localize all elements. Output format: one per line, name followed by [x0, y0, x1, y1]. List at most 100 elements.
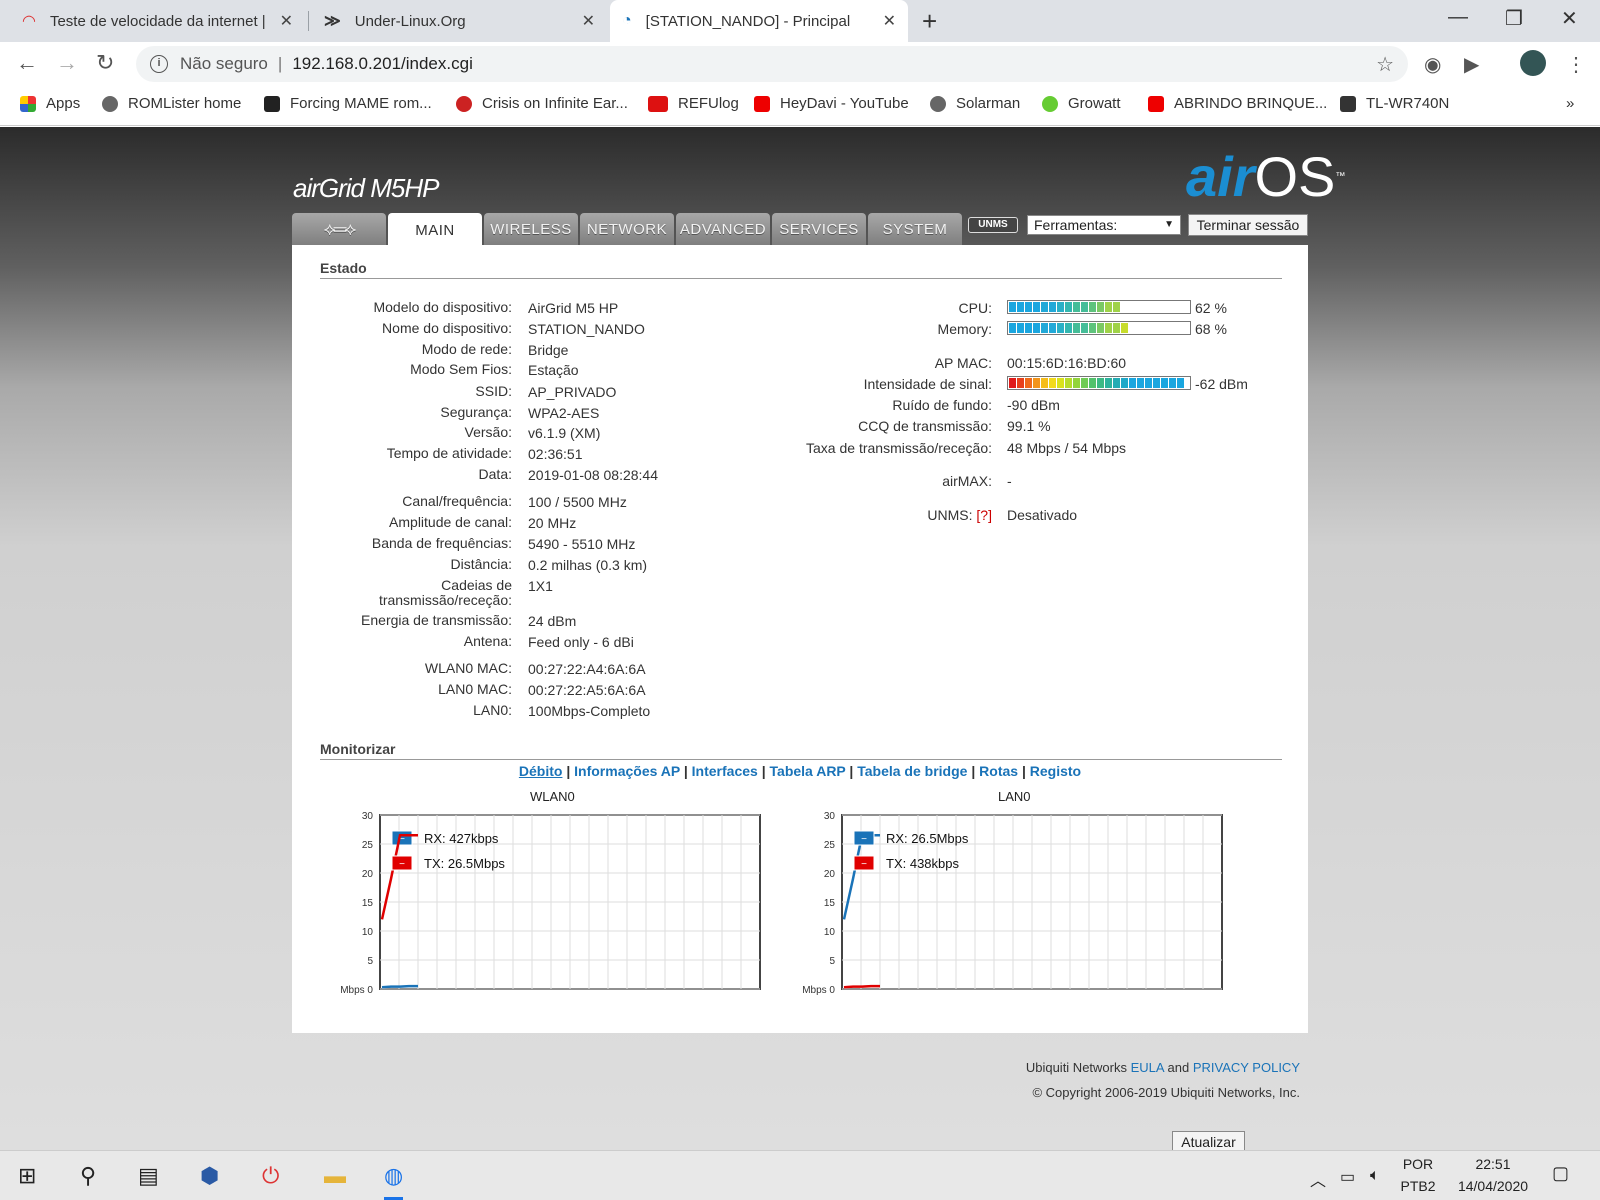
close-icon[interactable]: ✕ [883, 11, 896, 31]
legend-toggle-icon: − [399, 859, 405, 870]
level-segment [1009, 323, 1016, 333]
status-label: Data: [478, 466, 512, 482]
level-segment [1105, 302, 1112, 312]
airmax-value: - [1007, 473, 1012, 489]
level-segment [1025, 378, 1032, 388]
browser-tab-underlinux[interactable]: ≫ Under-Linux.Org ✕ [312, 0, 607, 42]
menu-icon[interactable]: ⋮ [1566, 52, 1586, 77]
file-explorer-icon[interactable]: ▬ [324, 1163, 346, 1189]
task-view-icon[interactable]: ▤ [138, 1163, 159, 1189]
notification-icon[interactable]: ▢ [1552, 1163, 1569, 1184]
close-icon[interactable]: ✕ [280, 11, 293, 31]
maximize-button[interactable]: ❐ [1505, 6, 1523, 31]
level-segment [1089, 302, 1096, 312]
legend-toggle-icon: − [861, 859, 867, 870]
back-icon[interactable]: ← [16, 50, 38, 76]
link-interfaces[interactable]: Interfaces [692, 763, 758, 779]
ap-mac-label: AP MAC: [934, 355, 992, 371]
tab-network[interactable]: NETWORK [580, 213, 674, 245]
bookmark-growatt[interactable]: Growatt [1042, 95, 1121, 112]
eula-link[interactable]: EULA [1131, 1060, 1164, 1075]
windows-start-icon[interactable]: ⊞ [18, 1163, 36, 1189]
tray-chevron-icon[interactable]: ︿ [1310, 1167, 1326, 1191]
network-icon[interactable]: ▭ [1340, 1167, 1355, 1187]
extension-icon[interactable]: ◉ [1424, 52, 1441, 77]
close-window-button[interactable]: ✕ [1561, 6, 1578, 31]
browser-tab-speedtest[interactable]: ◠ Teste de velocidade da internet | ✕ [10, 0, 305, 42]
tab-ubnt-logo[interactable]: ⟡═⟡ [292, 213, 386, 245]
reload-icon[interactable]: ↻ [96, 50, 114, 76]
ubnt-logo-icon: ⟡═⟡ [323, 218, 357, 239]
bookmarks-overflow[interactable]: » [1566, 95, 1574, 112]
power-app-icon[interactable]: ⏻ [262, 1163, 279, 1189]
bookmark-refulog[interactable]: REFUlog [648, 95, 739, 112]
url-text[interactable]: 192.168.0.201/index.cgi [292, 54, 473, 74]
link-rotas[interactable]: Rotas [979, 763, 1018, 779]
bookmark-heydavi[interactable]: HeyDavi - YouTube [754, 95, 909, 112]
search-icon[interactable]: ⚲ [80, 1163, 96, 1189]
unms-badge[interactable]: UNMS [968, 217, 1018, 233]
globe-icon [930, 95, 946, 112]
bookmark-mame[interactable]: Forcing MAME rom... [264, 95, 432, 112]
signal-value: -62 dBm [1195, 376, 1248, 392]
address-bar[interactable]: i Não seguro | 192.168.0.201/index.cgi ☆ [136, 46, 1408, 82]
bookmark-solarman[interactable]: Solarman [930, 95, 1020, 112]
legend-label: TX: 438kbps [886, 856, 959, 871]
link-registo[interactable]: Registo [1030, 763, 1081, 779]
memory-value: 68 % [1195, 321, 1227, 337]
unms-help-link[interactable]: [?] [976, 507, 992, 523]
unms-label: UNMS: [?] [927, 507, 992, 523]
bookmark-star-icon[interactable]: ☆ [1376, 52, 1394, 77]
tab-main[interactable]: MAIN [388, 213, 482, 247]
status-label: Segurança: [440, 404, 512, 420]
new-tab-button[interactable]: + [922, 6, 937, 37]
level-segment [1177, 378, 1184, 388]
virtualbox-icon[interactable]: ⬢ [200, 1163, 219, 1189]
tab-services[interactable]: SERVICES [772, 213, 866, 245]
y-tick-label: 10 [362, 927, 374, 938]
clock[interactable]: 22:51 14/04/2020 [1448, 1153, 1538, 1197]
info-icon[interactable]: i [150, 55, 168, 73]
tab-system[interactable]: SYSTEM [868, 213, 962, 245]
browser-tab-station[interactable]: ◔ [STATION_NANDO] - Principal ✕ [610, 0, 908, 42]
level-segment [1057, 378, 1064, 388]
link-bridge[interactable]: Tabela de bridge [857, 763, 967, 779]
bookmark-abrindo[interactable]: ABRINDO BRINQUE... [1148, 95, 1327, 112]
bookmark-romlister[interactable]: ROMLister home [102, 95, 241, 112]
level-segment [1057, 323, 1064, 333]
wlan0-chart-title: WLAN0 [530, 789, 575, 804]
minimize-button[interactable]: — [1448, 6, 1468, 29]
y-tick-label: 30 [824, 811, 836, 822]
level-segment [1113, 302, 1120, 312]
logout-button[interactable]: Terminar sessão [1188, 214, 1308, 236]
privacy-link[interactable]: PRIVACY POLICY [1193, 1060, 1300, 1075]
chrome-icon[interactable]: ◍ [384, 1163, 404, 1200]
status-label: Distância: [450, 556, 512, 572]
link-debito[interactable]: Débito [519, 763, 563, 779]
series-line [381, 984, 418, 989]
status-label: Antena: [463, 633, 512, 649]
language-indicator[interactable]: POR PTB2 [1398, 1153, 1438, 1197]
rate-value: 48 Mbps / 54 Mbps [1007, 440, 1127, 456]
level-segment [1081, 378, 1088, 388]
bookmark-tlwr740n[interactable]: TL-WR740N [1340, 95, 1449, 112]
noise-value: -90 dBm [1007, 397, 1060, 413]
link-info-ap[interactable]: Informações AP [574, 763, 680, 779]
avatar[interactable] [1520, 50, 1546, 76]
forward-icon[interactable]: → [56, 50, 78, 76]
bookmark-apps[interactable]: Apps [20, 95, 80, 112]
tab-advanced[interactable]: ADVANCED [676, 213, 770, 245]
cast-icon[interactable]: ▶ [1464, 52, 1479, 77]
bookmark-crisis[interactable]: Crisis on Infinite Ear... [456, 95, 628, 112]
level-segment [1081, 323, 1088, 333]
level-segment [1089, 378, 1096, 388]
close-icon[interactable]: ✕ [582, 11, 595, 31]
tab-wireless[interactable]: WIRELESS [484, 213, 578, 245]
status-label: Nome do dispositivo: [382, 320, 512, 336]
security-label: Não seguro [180, 54, 268, 73]
volume-icon[interactable]: 🔈︎ [1370, 1167, 1380, 1185]
tools-select[interactable]: Ferramentas: ▼ [1027, 215, 1181, 235]
link-arp[interactable]: Tabela ARP [770, 763, 846, 779]
status-label: LAN0: [473, 702, 512, 718]
legend-label: RX: 427kbps [424, 831, 499, 846]
